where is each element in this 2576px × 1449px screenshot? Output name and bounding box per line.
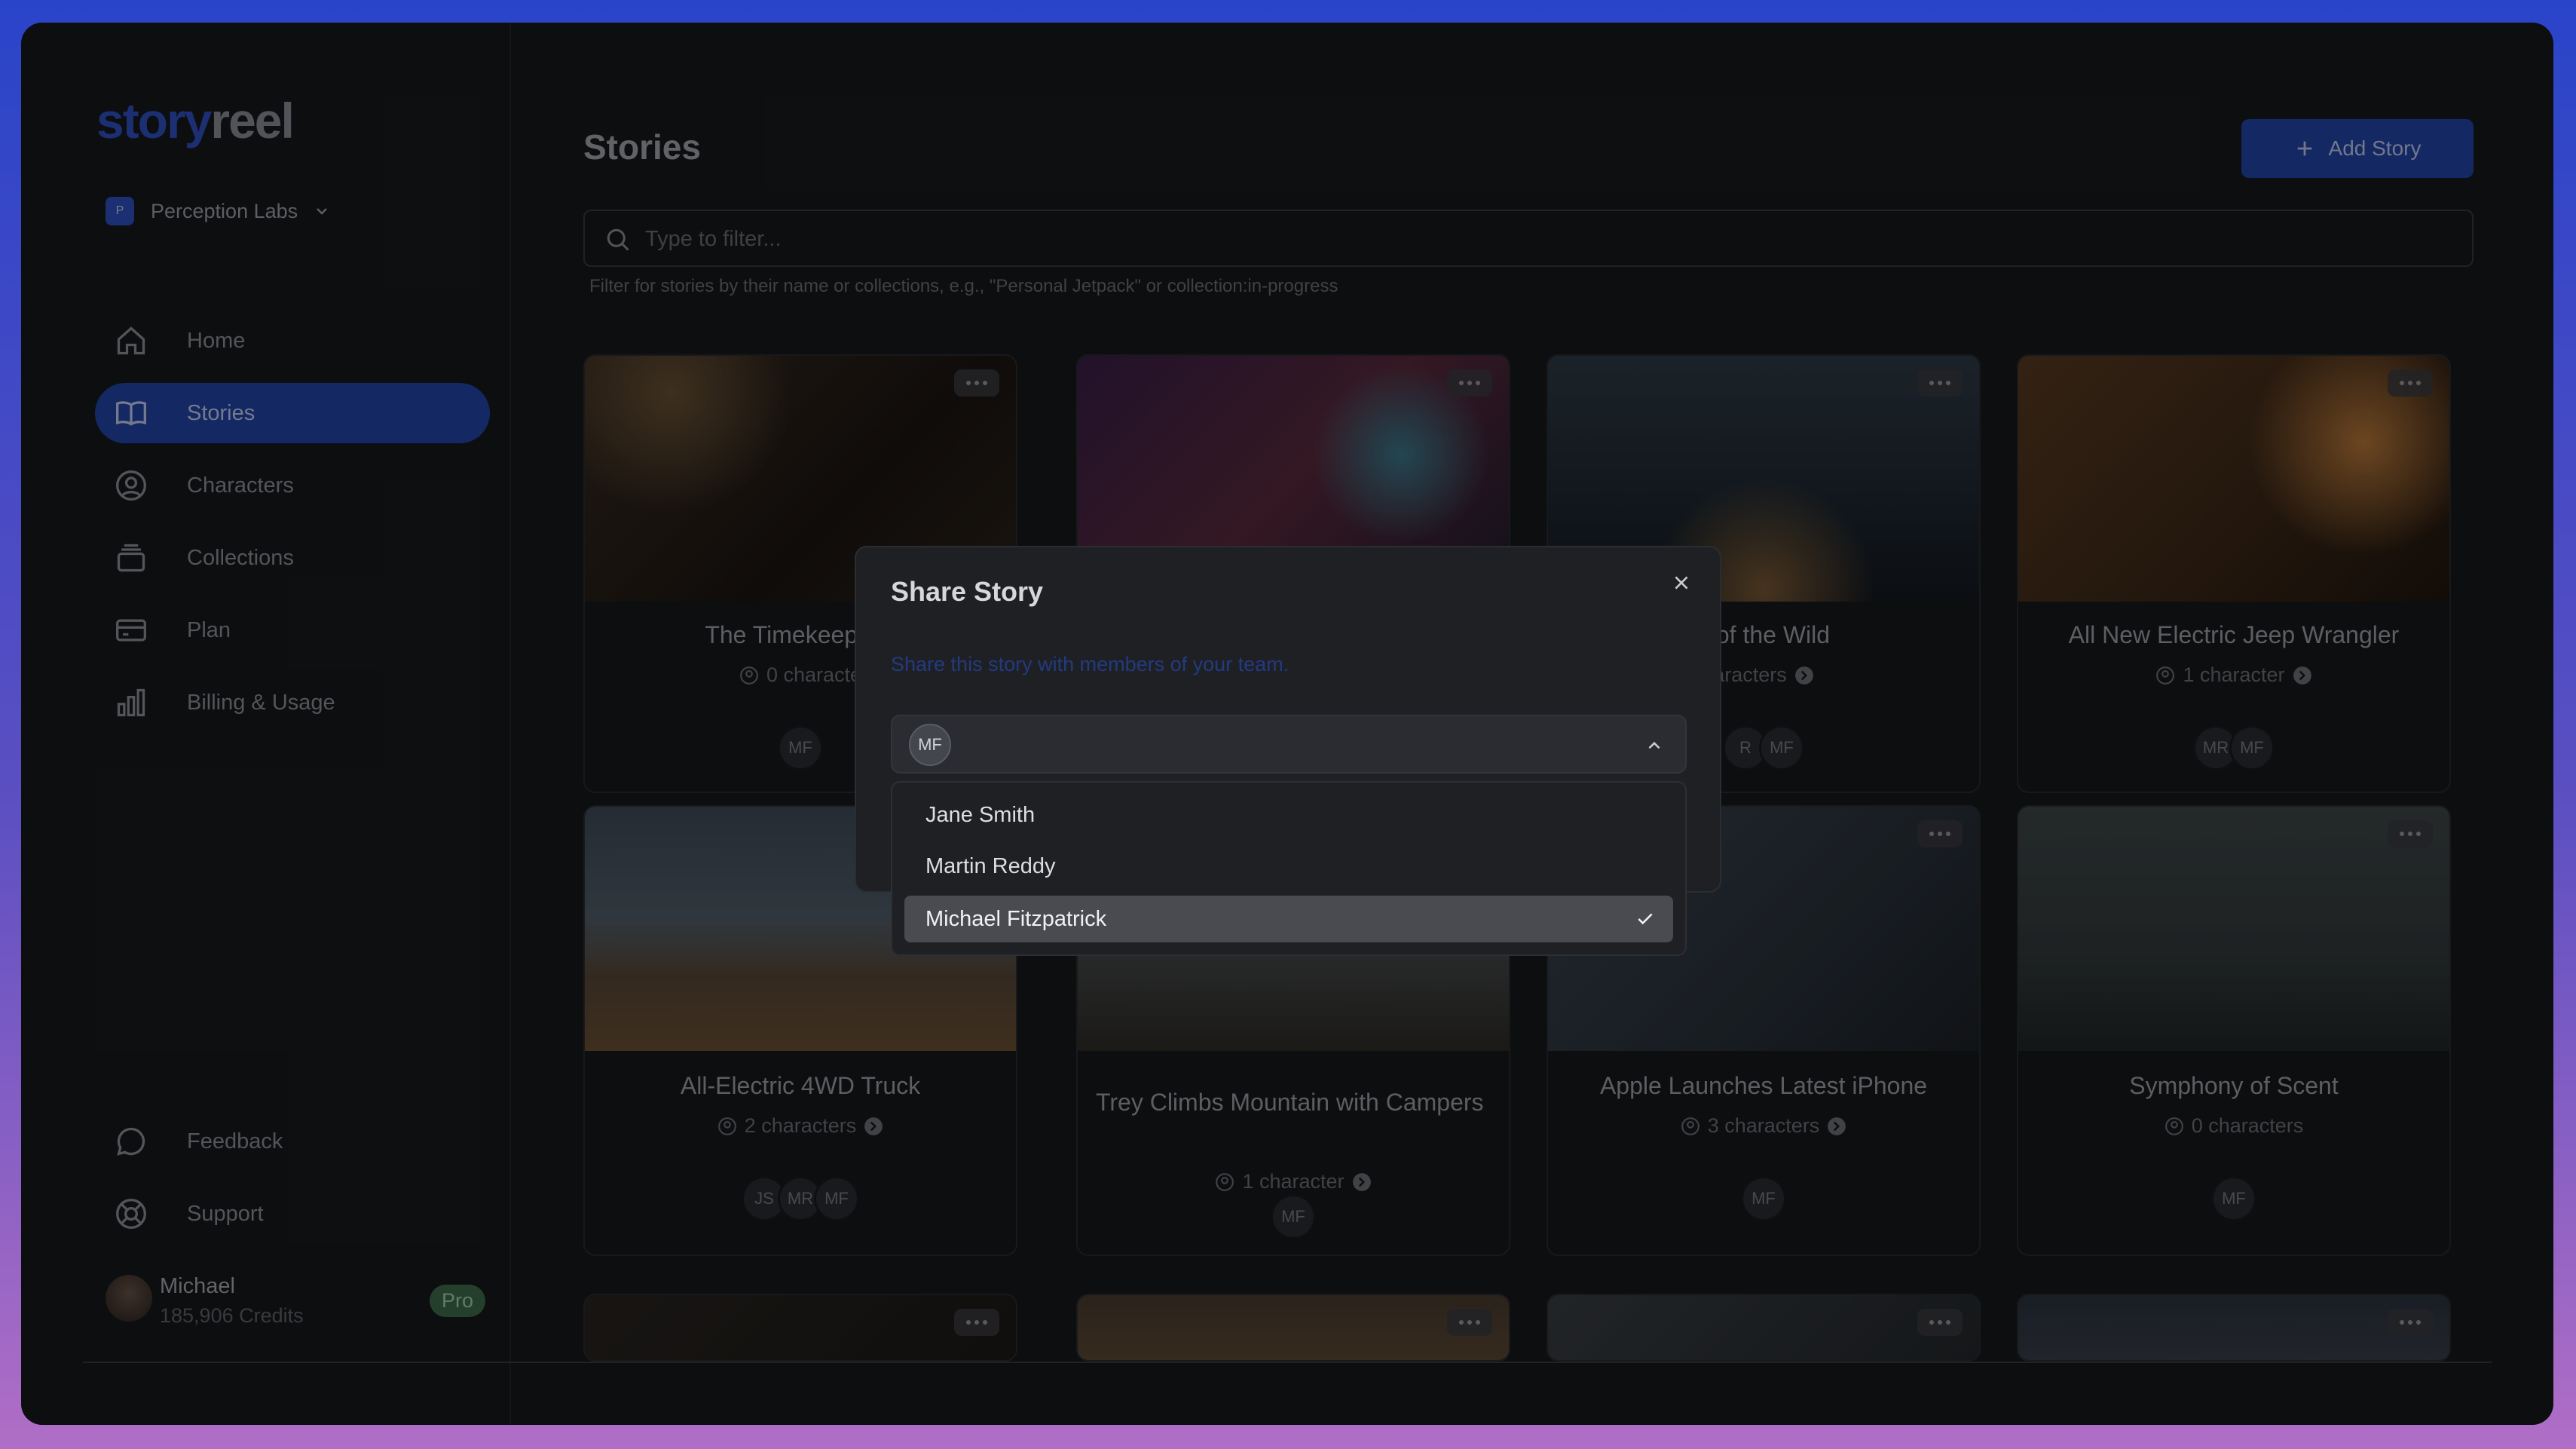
option-martin-reddy[interactable]: Martin Reddy (904, 843, 1673, 890)
dialog-description: Share this story with members of your te… (891, 653, 1290, 675)
check-icon (1638, 913, 1653, 925)
selected-user-chip[interactable]: MF (909, 724, 951, 766)
dialog-title: Share Story (891, 576, 1044, 607)
user-options-list: Jane Smith Martin Reddy Michael Fitzpatr… (891, 781, 1687, 956)
option-jane-smith[interactable]: Jane Smith (904, 792, 1673, 838)
share-user-select[interactable]: MF (891, 715, 1687, 774)
close-button[interactable] (1666, 567, 1697, 599)
option-michael-fitzpatrick[interactable]: Michael Fitzpatrick (904, 896, 1673, 942)
chevron-up-icon (1648, 741, 1660, 749)
close-icon (1675, 576, 1688, 590)
